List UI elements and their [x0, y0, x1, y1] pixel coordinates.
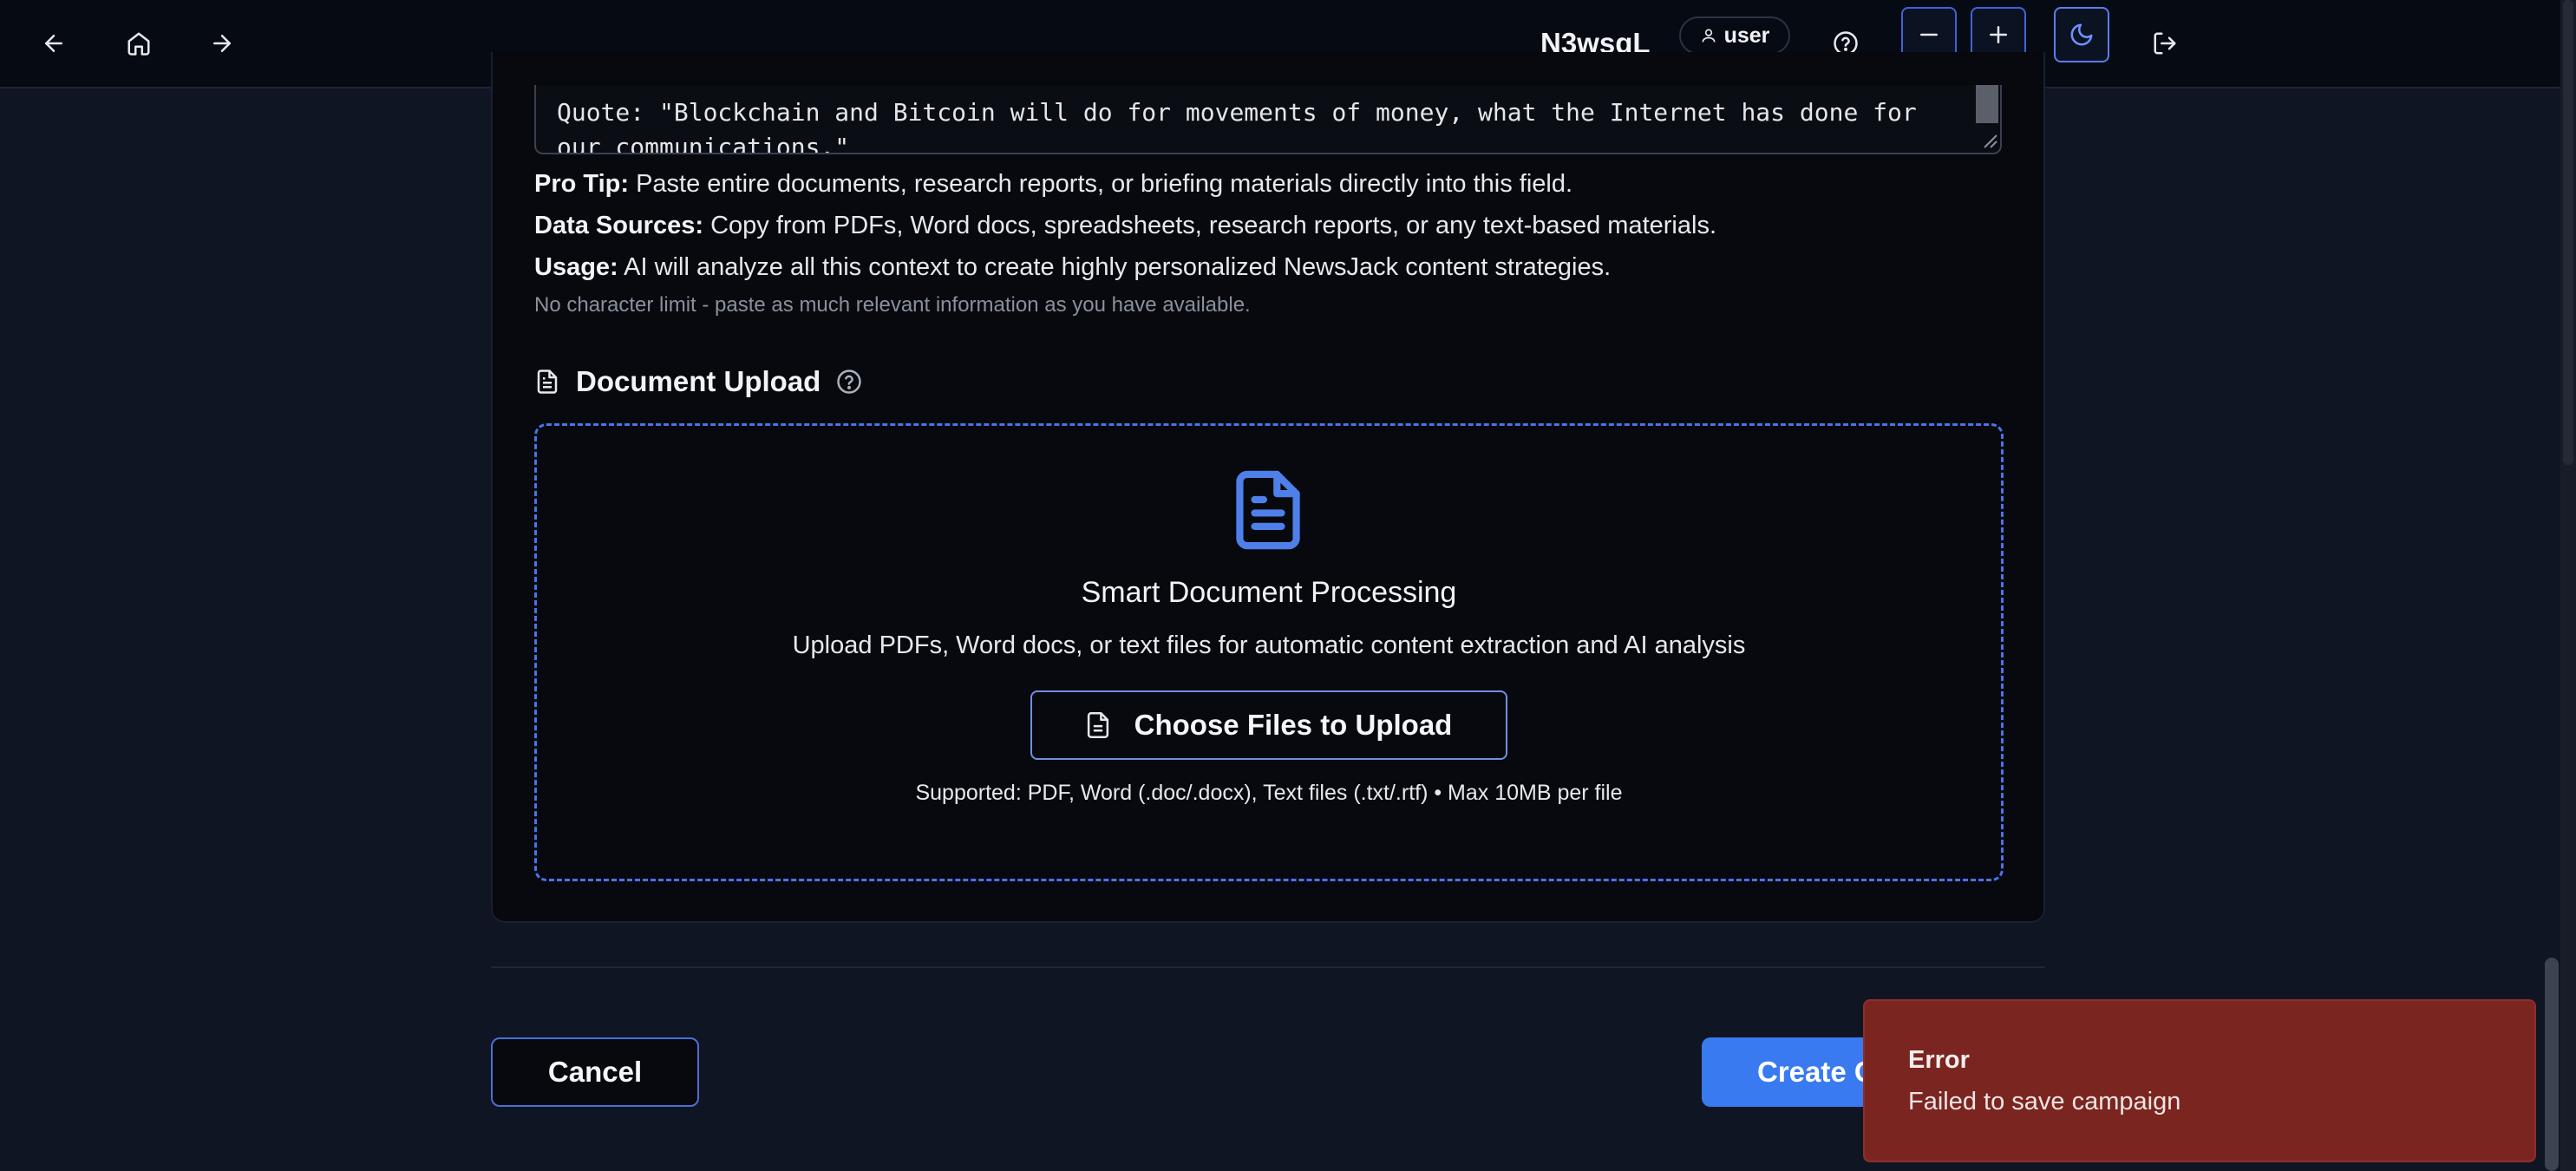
textarea-line: our communications." [557, 133, 850, 154]
file-text-icon [1236, 470, 1300, 550]
divider [491, 966, 2045, 968]
pro-tip-text: Paste entire documents, research reports… [629, 170, 1573, 198]
usage-label: Usage: [534, 253, 618, 281]
error-toast[interactable]: Error Failed to save campaign [1863, 999, 2536, 1162]
choose-files-button[interactable]: Choose Files to Upload [1030, 690, 1507, 760]
textarea-line: Quote: "Blockchain and Bitcoin will do f… [557, 98, 1917, 127]
help-circle-icon[interactable] [836, 369, 862, 395]
back-arrow-icon[interactable] [26, 16, 82, 71]
toast-title: Error [1908, 1046, 1970, 1074]
moon-icon [2070, 23, 2093, 46]
user-label: user [1723, 23, 1770, 48]
data-sources-line: Data Sources: Copy from PDFs, Word docs,… [534, 212, 1716, 240]
dropzone-description: Upload PDFs, Word docs, or text files fo… [792, 631, 1746, 659]
logout-icon[interactable] [2137, 16, 2193, 71]
user-icon [1702, 29, 1716, 43]
dropzone-title: Smart Document Processing [1081, 576, 1457, 609]
usage-text: AI will analyze all this context to crea… [618, 253, 1612, 281]
home-icon[interactable] [111, 16, 167, 71]
supported-formats-note: Supported: PDF, Word (.doc/.docx), Text … [915, 781, 1623, 805]
cancel-button[interactable]: Cancel [491, 1037, 699, 1107]
page-scrollbar-top [2563, 0, 2573, 465]
page-scrollbar-thumb[interactable] [2545, 958, 2559, 1171]
resize-handle-icon[interactable] [1979, 130, 1998, 149]
textarea-scrollbar[interactable] [1976, 85, 1998, 123]
user-badge[interactable]: user [1679, 16, 1790, 55]
forward-arrow-icon[interactable] [194, 16, 250, 71]
dark-mode-toggle[interactable] [2054, 7, 2109, 62]
context-textarea[interactable]: Quote: "Blockchain and Bitcoin will do f… [534, 85, 2002, 154]
plus-icon [1990, 26, 2007, 43]
data-sources-label: Data Sources: [534, 212, 704, 239]
minus-icon [1920, 33, 1938, 36]
toast-message: Failed to save campaign [1908, 1088, 2181, 1115]
character-limit-hint: No character limit - paste as much relev… [534, 293, 1251, 317]
usage-line: Usage: AI will analyze all this context … [534, 253, 1611, 282]
document-upload-header: Document Upload [534, 363, 862, 401]
pro-tip-line: Pro Tip: Paste entire documents, researc… [534, 170, 1572, 199]
section-title: Document Upload [576, 365, 821, 397]
choose-files-label: Choose Files to Upload [1134, 709, 1453, 741]
pro-tip-label: Pro Tip: [534, 170, 630, 198]
file-icon [1087, 712, 1108, 738]
document-icon [537, 370, 558, 394]
data-sources-text: Copy from PDFs, Word docs, spreadsheets,… [703, 212, 1717, 239]
